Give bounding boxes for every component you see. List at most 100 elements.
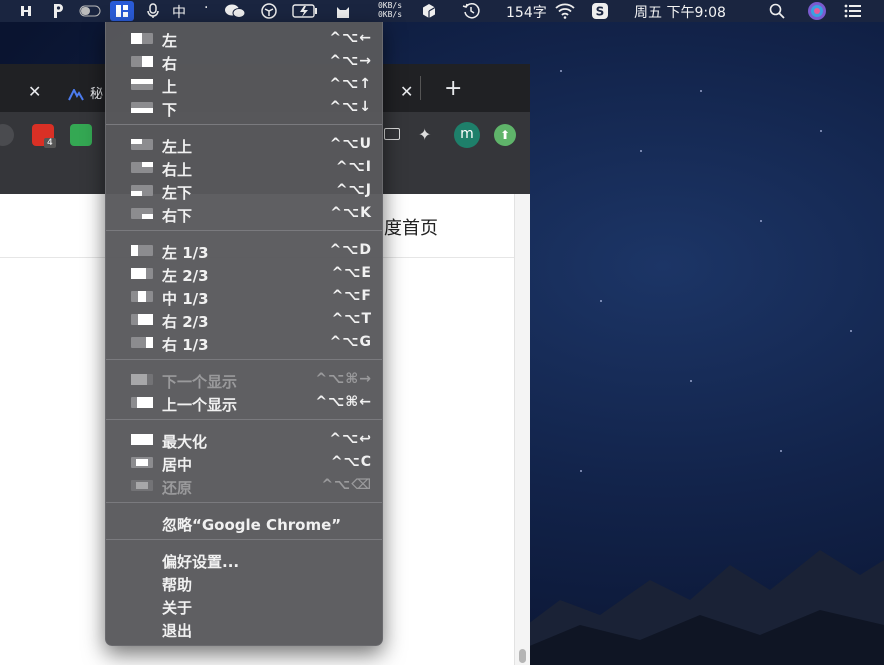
menu-item[interactable]: 偏好设置... — [106, 548, 382, 571]
menu-item-label: 右上 — [162, 161, 193, 179]
word-count[interactable]: 154字 — [506, 2, 547, 22]
app-h-icon[interactable] — [16, 1, 36, 21]
extension-icon[interactable] — [384, 128, 400, 140]
menu-item[interactable]: 关于 — [106, 594, 382, 617]
bottom-right-icon — [131, 208, 153, 219]
menu-separator — [106, 230, 382, 231]
menu-item-shortcut: ^⌥⌘← — [315, 394, 372, 410]
menu-item-label: 忽略“Google Chrome” — [162, 516, 342, 534]
menu-item-shortcut: ^⌥C — [330, 454, 372, 470]
star — [700, 90, 702, 92]
menu-item[interactable]: 左 2/3 ^⌥E — [106, 262, 382, 285]
notification-center-icon[interactable] — [840, 1, 866, 21]
siri-icon[interactable] — [804, 1, 830, 21]
toggle-icon[interactable] — [78, 1, 102, 21]
menu-item-shortcut: ^⌥G — [329, 334, 372, 350]
menu-item[interactable]: 左 ^⌥← — [106, 27, 382, 50]
menu-item-shortcut: ^⌥F — [331, 288, 372, 304]
menubar: 中 · 0KB/s 0KB/s 154字 S 周五 下午9:08 — [0, 0, 884, 22]
menu-item[interactable]: 右 2/3 ^⌥T — [106, 308, 382, 331]
menu-item[interactable]: 左下 ^⌥J — [106, 179, 382, 202]
scroll-thumb[interactable] — [519, 649, 526, 663]
menu-item-label: 上 — [162, 78, 178, 96]
menu-item-label: 左上 — [162, 138, 193, 156]
star — [560, 70, 562, 72]
right-third-icon — [131, 337, 153, 348]
menu-item[interactable]: 退出 — [106, 617, 382, 640]
time-machine-icon[interactable] — [458, 1, 484, 21]
menu-item-label: 右 — [162, 55, 178, 73]
page-home-link[interactable]: 度首页 — [384, 214, 438, 240]
menu-item[interactable]: 中 1/3 ^⌥F — [106, 285, 382, 308]
dot-icon: · — [204, 0, 209, 16]
tab-close-icon[interactable]: ✕ — [400, 82, 413, 101]
menu-item[interactable]: 上一个显示 ^⌥⌘← — [106, 391, 382, 414]
menu-item[interactable]: 右 1/3 ^⌥G — [106, 331, 382, 354]
menu-item[interactable]: 左上 ^⌥U — [106, 133, 382, 156]
tab-label[interactable]: 秘 — [90, 83, 103, 102]
profile-avatar[interactable]: m — [454, 122, 480, 148]
menu-item-shortcut: ^⌥D — [329, 242, 372, 258]
menu-separator — [106, 502, 382, 503]
back-button[interactable] — [0, 124, 14, 146]
microphone-icon[interactable] — [142, 1, 164, 21]
star — [820, 130, 822, 132]
page-scrollbar[interactable] — [514, 194, 530, 665]
menu-item[interactable]: 右 ^⌥→ — [106, 50, 382, 73]
menu-item-shortcut: ^⌥⌫ — [321, 477, 372, 493]
spotlight-search-icon[interactable] — [766, 1, 788, 21]
restore-icon — [131, 480, 153, 491]
menu-item[interactable]: 忽略“Google Chrome” — [106, 511, 382, 534]
hexagon-icon[interactable] — [418, 1, 440, 21]
extension-icon[interactable] — [70, 124, 92, 146]
extension-badge: 4 — [44, 138, 56, 148]
left-two-thirds-icon — [131, 268, 153, 279]
new-tab-button[interactable]: + — [444, 76, 462, 101]
clock[interactable]: 周五 下午9:08 — [634, 2, 726, 22]
menu-item-shortcut: ^⌥↓ — [329, 99, 372, 115]
wechat-icon[interactable] — [222, 1, 248, 21]
network-upload-speed: 0KB/s — [377, 1, 403, 10]
menu-item[interactable]: 左 1/3 ^⌥D — [106, 239, 382, 262]
menu-item[interactable]: 右上 ^⌥I — [106, 156, 382, 179]
cat-icon[interactable] — [332, 1, 354, 21]
menu-item[interactable]: 最大化 ^⌥↩ — [106, 428, 382, 451]
star — [850, 330, 852, 332]
window-layout-icon[interactable] — [110, 1, 134, 21]
input-method-indicator[interactable]: 中 — [172, 2, 186, 22]
menu-separator — [106, 419, 382, 420]
tab-close-icon[interactable]: ✕ — [28, 82, 41, 101]
menu-item[interactable]: 下 ^⌥↓ — [106, 96, 382, 119]
network-speed[interactable]: 0KB/s 0KB/s — [372, 1, 408, 19]
center-icon — [131, 457, 153, 468]
tab-divider — [420, 76, 421, 100]
top-left-icon — [131, 139, 153, 150]
top-half-icon — [131, 79, 153, 90]
site-logo-icon — [68, 86, 84, 105]
menu-item[interactable]: 上 ^⌥↑ — [106, 73, 382, 96]
sogou-icon[interactable]: S — [588, 1, 612, 21]
menu-item-shortcut: ^⌥⌘→ — [315, 371, 372, 387]
window-layout-menu: 左 ^⌥← 右 ^⌥→ 上 ^⌥↑ 下 ^⌥↓ 左上 ^⌥U 右上 ^⌥I 左下 ^⌥J 右下 ^⌥K 左 1/… — [105, 22, 383, 646]
center-third-icon — [131, 291, 153, 302]
star — [780, 450, 782, 452]
left-half-icon — [131, 33, 153, 44]
update-arrow-icon[interactable]: ⬆ — [494, 124, 516, 146]
next-display-icon — [131, 374, 153, 385]
menu-item[interactable]: 右下 ^⌥K — [106, 202, 382, 225]
app-p-icon[interactable] — [48, 1, 68, 21]
wifi-icon[interactable] — [552, 1, 578, 21]
menu-item-shortcut: ^⌥← — [329, 30, 372, 46]
menu-item[interactable]: 帮助 — [106, 571, 382, 594]
menu-item-label: 退出 — [162, 622, 193, 640]
menu-item-label: 最大化 — [162, 433, 208, 451]
menu-item[interactable]: 居中 ^⌥C — [106, 451, 382, 474]
star — [600, 300, 602, 302]
cube-icon[interactable] — [258, 1, 280, 21]
battery-charging-icon[interactable] — [290, 1, 320, 21]
bottom-half-icon — [131, 102, 153, 113]
menu-item-label: 左下 — [162, 184, 193, 202]
menu-item-label: 左 2/3 — [162, 267, 209, 285]
menu-item-label: 居中 — [162, 456, 193, 474]
extensions-puzzle-icon[interactable]: ✦ — [418, 125, 431, 144]
